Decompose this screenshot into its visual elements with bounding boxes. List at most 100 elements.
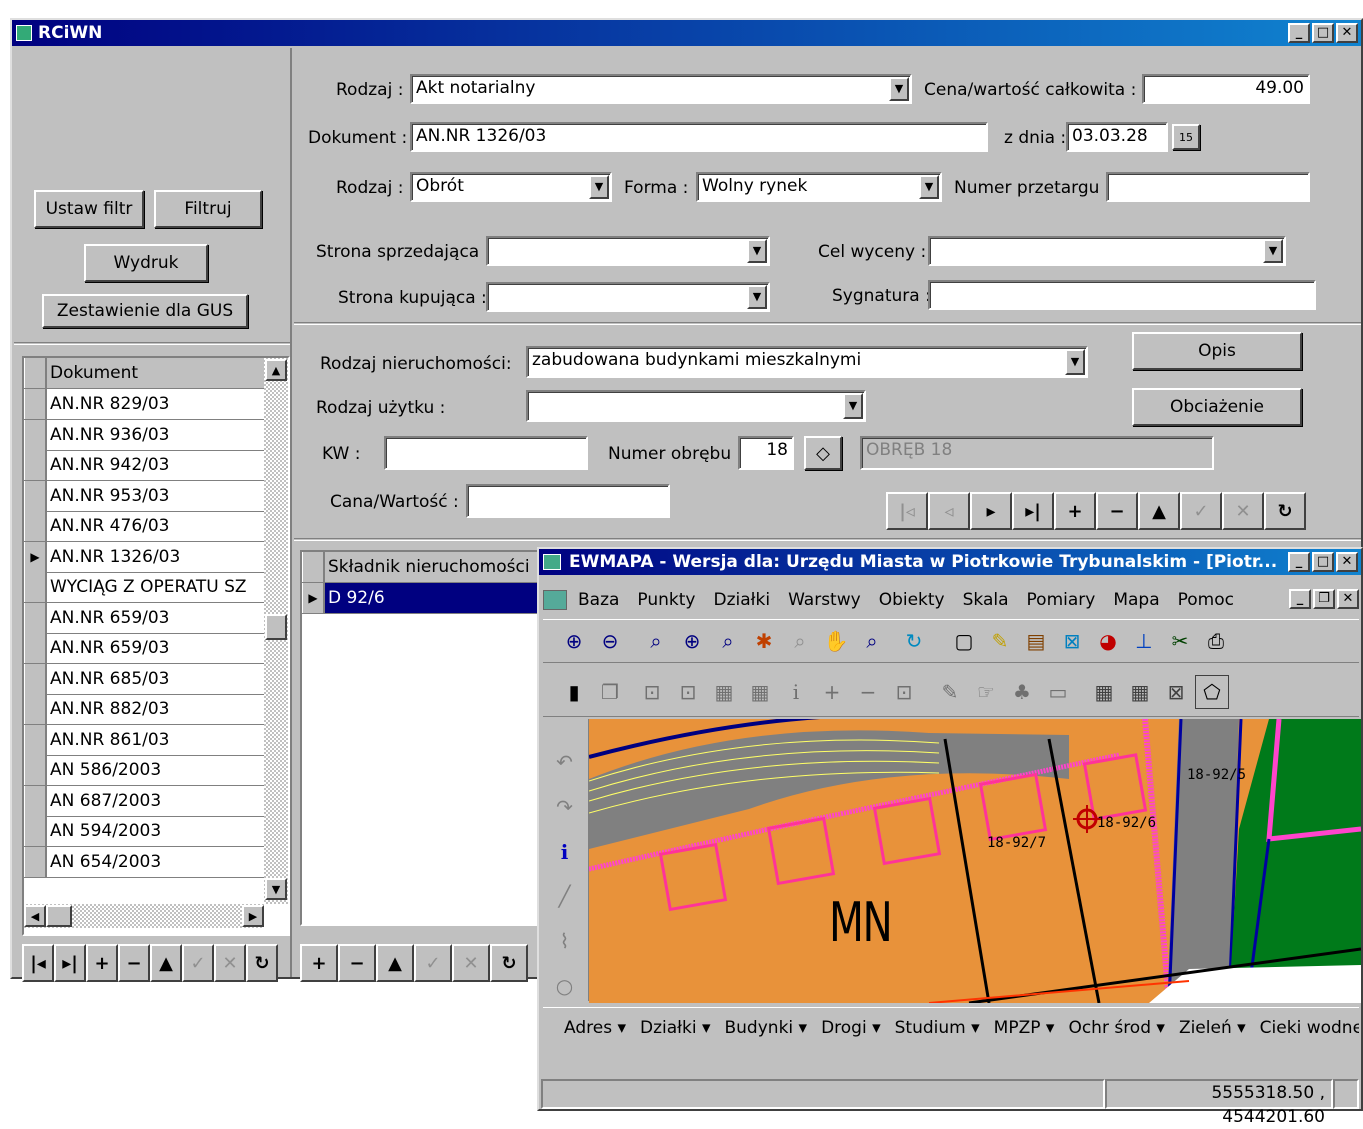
obrot-select[interactable]: Obrót ▼: [410, 172, 612, 202]
column-header-skladnik[interactable]: Składnik nieruchomości: [324, 552, 548, 582]
table-row[interactable]: ▶ D 92/6: [302, 583, 548, 614]
table-row[interactable]: AN.NR 476/03: [24, 511, 264, 542]
scroll-up-button[interactable]: ▲: [265, 359, 287, 381]
table-row[interactable]: AN.NR 953/03: [24, 480, 264, 512]
refresh-icon[interactable]: ↻: [246, 944, 278, 982]
zoom-out-icon[interactable]: ⊖: [593, 624, 627, 658]
polygon-icon[interactable]: ⬠: [1195, 674, 1229, 709]
edit-record-icon[interactable]: ▲: [1138, 492, 1180, 530]
table-row[interactable]: AN 586/2003: [24, 755, 264, 786]
lookup-icon[interactable]: ◇: [804, 436, 842, 470]
component-grid[interactable]: Składnik nieruchomości ▶ D 92/6: [300, 550, 550, 926]
menu-item-baza[interactable]: Baza: [569, 585, 628, 615]
layer-dropdown[interactable]: Działki ▾: [633, 1013, 718, 1043]
dokument-field[interactable]: AN.NR 1326/03: [410, 122, 988, 152]
calendar-icon[interactable]: 15: [1172, 124, 1200, 150]
measure-icon[interactable]: ⊥: [1127, 624, 1161, 658]
rodzaj-uzytku-select[interactable]: ▼: [526, 390, 866, 422]
edit-record-icon[interactable]: ▲: [376, 944, 414, 982]
layer-dropdown[interactable]: Zieleń ▾: [1172, 1013, 1253, 1043]
last-record-icon[interactable]: ▸|: [54, 944, 86, 982]
menu-item-mapa[interactable]: Mapa: [1104, 585, 1168, 615]
insert-record-icon[interactable]: +: [86, 944, 118, 982]
close-button[interactable]: ✕: [1336, 552, 1358, 572]
door-icon[interactable]: ▮: [557, 675, 591, 709]
table-row[interactable]: WYCIĄG Z OPERATU SZ: [24, 572, 264, 603]
gus-report-button[interactable]: Zestawienie dla GUS: [42, 294, 248, 328]
delete-record-icon[interactable]: −: [1096, 492, 1138, 530]
map-icon[interactable]: ⊠: [1055, 624, 1089, 658]
przetarg-field[interactable]: [1106, 172, 1310, 202]
hscroll-thumb[interactable]: [46, 905, 72, 927]
table-row[interactable]: AN.NR 659/03: [24, 633, 264, 664]
first-record-icon[interactable]: |◂: [22, 944, 54, 982]
table-row[interactable]: AN.NR 882/03: [24, 694, 264, 725]
chevron-down-icon[interactable]: ▼: [747, 239, 767, 263]
table-row[interactable]: AN 594/2003: [24, 816, 264, 847]
maximize-button[interactable]: □: [1312, 23, 1334, 43]
chevron-down-icon[interactable]: ▼: [1065, 349, 1085, 375]
doc-minimize-button[interactable]: _: [1289, 589, 1311, 609]
chevron-down-icon[interactable]: ▼: [589, 175, 609, 199]
layer-dropdown[interactable]: Budynki ▾: [718, 1013, 815, 1043]
scroll-thumb[interactable]: [265, 614, 287, 640]
menu-item-warstwy[interactable]: Warstwy: [779, 585, 870, 615]
minimize-button[interactable]: _: [1288, 552, 1310, 572]
doc-close-button[interactable]: ✕: [1337, 589, 1359, 609]
delete-record-icon[interactable]: −: [338, 944, 376, 982]
opis-button[interactable]: Opis: [1132, 332, 1302, 370]
menu-item-punkty[interactable]: Punkty: [628, 585, 704, 615]
cel-select[interactable]: ▼: [928, 236, 1286, 266]
zoom-in-icon[interactable]: ⊕: [557, 624, 591, 658]
refresh-icon[interactable]: ↻: [490, 944, 528, 982]
zoom-previous-icon[interactable]: ⌕: [711, 624, 745, 658]
menu-item-skala[interactable]: Skala: [954, 585, 1018, 615]
table-row[interactable]: AN.NR 936/03: [24, 419, 264, 451]
polyline-icon[interactable]: ⌇: [548, 926, 582, 957]
info-icon[interactable]: i: [548, 836, 582, 867]
minimize-button[interactable]: _: [1288, 23, 1310, 43]
redo-icon[interactable]: ↷: [548, 792, 582, 823]
printer-icon[interactable]: ⎙: [1199, 624, 1233, 658]
kw-field[interactable]: [384, 436, 588, 470]
refresh-map-icon[interactable]: ↻: [897, 624, 931, 658]
table-row[interactable]: AN.NR 829/03: [24, 389, 264, 420]
chevron-down-icon[interactable]: ▼: [919, 175, 939, 199]
main-title-bar[interactable]: RCiWN _ □ ✕: [12, 20, 1361, 46]
table-row[interactable]: AN 687/2003: [24, 785, 264, 817]
layer-dropdown[interactable]: MPZP ▾: [987, 1013, 1062, 1043]
menu-item-obiekty[interactable]: Obiekty: [870, 585, 954, 615]
delete-record-icon[interactable]: −: [118, 944, 150, 982]
map-title-bar[interactable]: EWMAPA - Wersja dla: Urzędu Miasta w Pio…: [539, 549, 1361, 575]
chevron-down-icon[interactable]: ▼: [747, 285, 767, 309]
filter-button[interactable]: Filtruj: [154, 190, 262, 228]
forma-select[interactable]: Wolny rynek ▼: [696, 172, 942, 202]
magnifier-icon[interactable]: ⌕: [855, 624, 889, 658]
rodzaj-select[interactable]: Akt notarialny ▼: [410, 74, 912, 104]
insert-record-icon[interactable]: +: [300, 944, 338, 982]
cana-field[interactable]: [466, 484, 670, 518]
map-canvas[interactable]: MN 18-92/7 18-92/6 18-92/5: [589, 719, 1361, 1003]
table-row[interactable]: AN.NR 861/03: [24, 724, 264, 756]
cena-field[interactable]: 49.00: [1142, 74, 1310, 104]
maximize-button[interactable]: □: [1312, 552, 1334, 572]
refresh-icon[interactable]: ↻: [1264, 492, 1306, 530]
date-field[interactable]: 03.03.28: [1066, 122, 1168, 152]
chevron-down-icon[interactable]: ▼: [1263, 239, 1283, 263]
chevron-down-icon[interactable]: ▼: [843, 393, 863, 419]
undo-icon[interactable]: ↶: [548, 747, 582, 778]
layer-dropdown[interactable]: Adres ▾: [557, 1013, 633, 1043]
sygnatura-field[interactable]: [928, 280, 1316, 310]
scroll-left-button[interactable]: ◀: [24, 905, 46, 927]
document-grid[interactable]: Dokument AN.NR 829/03 AN.NR 936/03 AN.NR 9…: [22, 356, 290, 936]
chart-icon[interactable]: ◕: [1091, 624, 1125, 658]
table-row[interactable]: AN 654/2003: [24, 846, 264, 878]
zoom-extent-icon[interactable]: ✱: [747, 624, 781, 658]
menu-item-pomoc[interactable]: Pomoc: [1169, 585, 1243, 615]
layer-dropdown[interactable]: Cieki wodne ▾: [1253, 1013, 1359, 1043]
scroll-right-button[interactable]: ▶: [242, 905, 264, 927]
circle-icon[interactable]: ○: [548, 970, 582, 1001]
pan-hand-icon[interactable]: ✋: [819, 624, 853, 658]
edit-record-icon[interactable]: ▲: [150, 944, 182, 982]
table-row[interactable]: AN.NR 685/03: [24, 663, 264, 695]
